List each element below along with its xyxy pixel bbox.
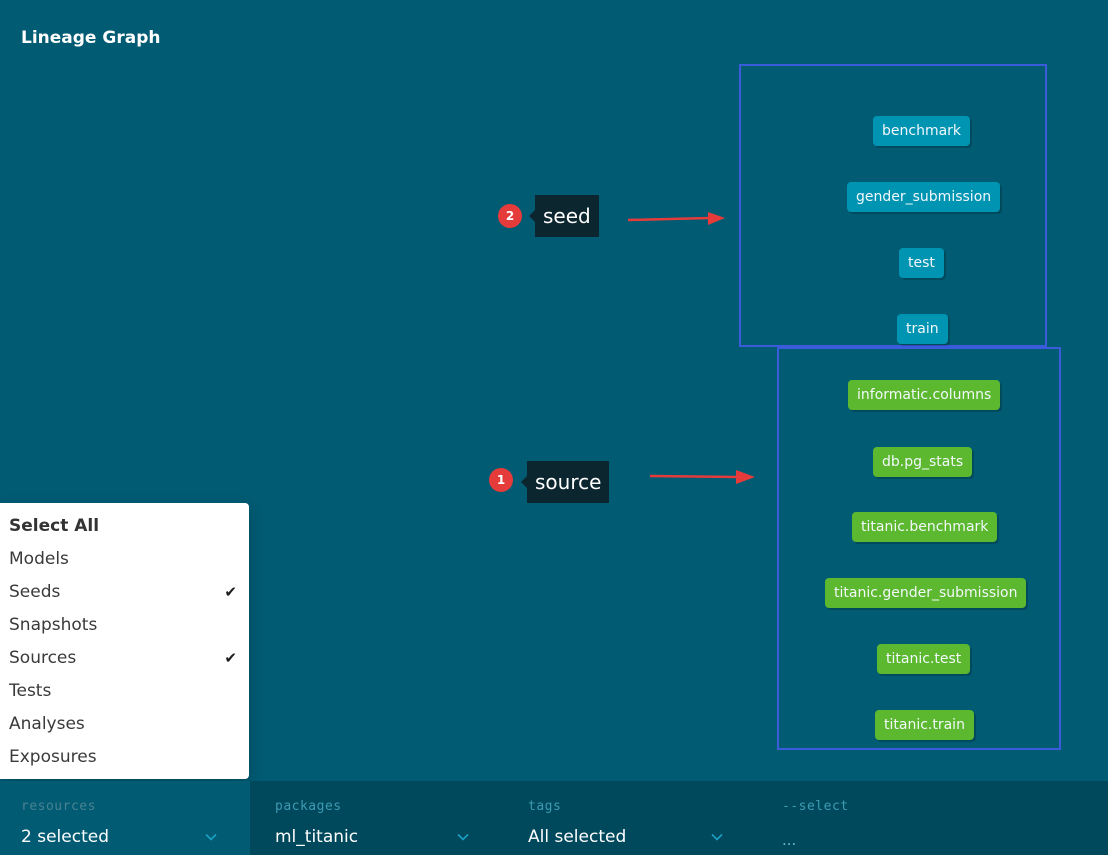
filter-label: packages (275, 799, 342, 814)
menu-item-models[interactable]: Models (0, 544, 249, 577)
check-icon: ✔ (224, 583, 237, 601)
callout-source-label: source (520, 461, 610, 503)
page-title: Lineage Graph (21, 28, 161, 48)
menu-item-snapshots[interactable]: Snapshots (0, 610, 249, 643)
menu-item-analyses[interactable]: Analyses (0, 709, 249, 742)
chevron-down-icon (711, 833, 723, 841)
filter-value: ... (782, 831, 797, 849)
chevron-down-icon (205, 833, 217, 841)
callout-number-badge: 1 (489, 468, 513, 492)
source-node-titanic-train[interactable]: titanic.train (875, 710, 974, 740)
seed-node-train[interactable]: train (897, 314, 948, 344)
source-node-titanic-test[interactable]: titanic.test (877, 644, 971, 674)
menu-item-label: Exposures (9, 747, 97, 767)
source-node-db-pg-stats[interactable]: db.pg_stats (873, 447, 973, 477)
resources-filter[interactable]: resources 2 selected (0, 781, 250, 855)
menu-item-tests[interactable]: Tests (0, 676, 249, 709)
seed-node-benchmark[interactable]: benchmark (873, 116, 971, 146)
source-node-titanic-gender-submission[interactable]: titanic.gender_submission (825, 578, 1027, 608)
callout-seed-label: seed (529, 195, 599, 237)
filter-label: --select (782, 799, 849, 814)
menu-item-label: Sources (9, 648, 77, 668)
arrow-right-icon (649, 470, 755, 484)
menu-item-sources[interactable]: Sources ✔ (0, 643, 249, 676)
menu-item-seeds[interactable]: Seeds ✔ (0, 577, 249, 610)
source-node-titanic-benchmark[interactable]: titanic.benchmark (852, 512, 998, 542)
tags-filter[interactable]: tags All selected (507, 781, 761, 855)
menu-item-label: Analyses (9, 714, 85, 734)
seed-node-gender-submission[interactable]: gender_submission (847, 182, 1001, 212)
menu-item-label: Snapshots (9, 615, 98, 635)
arrow-right-icon (627, 212, 725, 225)
callout-number-badge: 2 (498, 204, 522, 228)
filter-label: resources (21, 799, 96, 814)
menu-item-exposures[interactable]: Exposures (0, 742, 249, 775)
menu-item-label: Models (9, 549, 69, 569)
check-icon: ✔ (224, 649, 237, 667)
resources-dropdown-menu: Select All Models Seeds ✔ Snapshots Sour… (0, 503, 249, 779)
filter-value: 2 selected (21, 827, 109, 847)
packages-filter[interactable]: packages ml_titanic (254, 781, 508, 855)
select-filter-input[interactable]: --select ... (761, 781, 1108, 855)
chevron-down-icon (457, 833, 469, 841)
seed-node-test[interactable]: test (899, 248, 944, 278)
menu-item-label: Seeds (9, 582, 61, 602)
filter-value: ml_titanic (275, 827, 359, 847)
filter-value: All selected (528, 827, 627, 847)
menu-item-select-all[interactable]: Select All (0, 511, 249, 544)
filter-label: tags (528, 799, 562, 814)
filter-bar: resources 2 selected packages ml_titanic… (0, 781, 1108, 855)
source-node-informatic-columns[interactable]: informatic.columns (848, 380, 1001, 410)
menu-item-label: Select All (9, 516, 100, 536)
menu-item-label: Tests (9, 681, 52, 701)
